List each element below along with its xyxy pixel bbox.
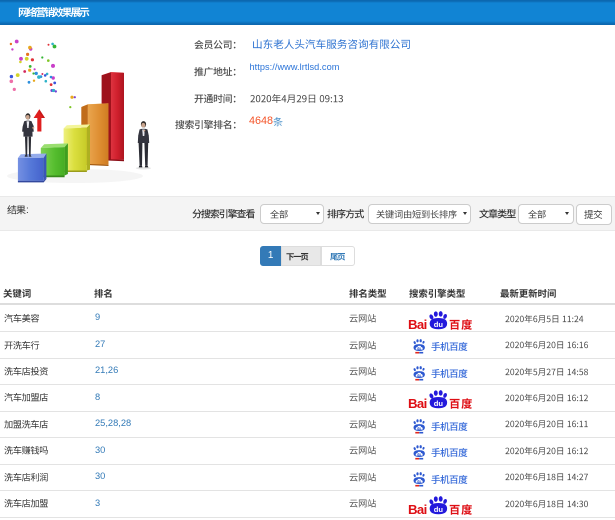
svg-text:du: du [417, 347, 421, 351]
svg-text:du: du [417, 426, 421, 430]
svg-text:du: du [417, 479, 421, 483]
svg-text:du: du [434, 505, 444, 514]
svg-text:du: du [434, 399, 444, 408]
svg-text:du: du [434, 320, 444, 329]
svg-text:du: du [417, 373, 421, 377]
svg-text:du: du [417, 452, 421, 456]
